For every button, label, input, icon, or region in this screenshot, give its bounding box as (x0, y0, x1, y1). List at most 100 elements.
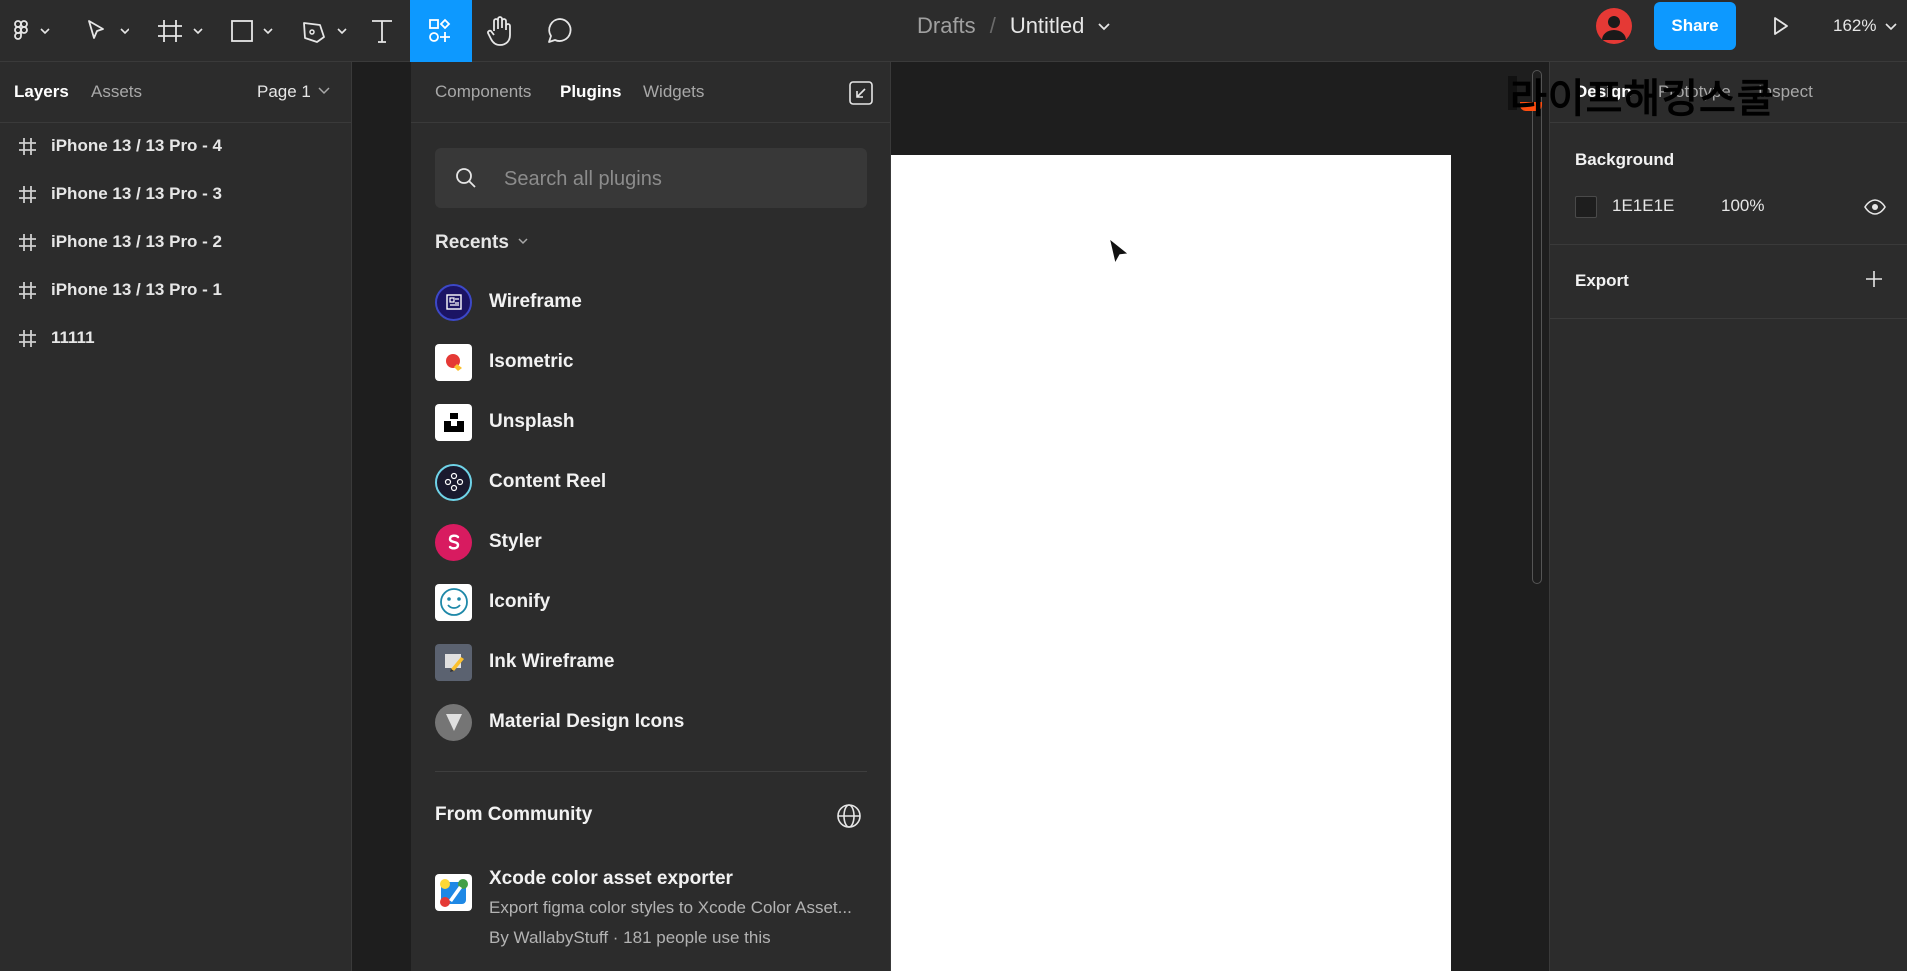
globe-icon[interactable] (835, 802, 863, 830)
plugin-item-wireframe[interactable]: Wireframe (435, 278, 875, 326)
resources-tabs: Components Plugins Widgets (411, 62, 890, 123)
main-menu-button[interactable] (0, 0, 58, 62)
section-divider (1550, 318, 1907, 319)
recents-header[interactable]: Recents (435, 232, 532, 254)
styler-plugin-icon (435, 523, 472, 561)
plugin-name: Content Reel (489, 471, 607, 492)
layers-panel: Layers Assets Page 1 iPhone 13 / 13 Pro … (0, 62, 352, 971)
file-title[interactable]: Drafts / Untitled (917, 0, 1116, 52)
export-section-title: Export (1575, 271, 1629, 290)
plugin-item-iconify[interactable]: Iconify (435, 578, 875, 626)
wireframe-plugin-icon (435, 283, 472, 321)
comment-tool-button[interactable] (540, 0, 580, 62)
plugin-item-material-design-icons[interactable]: Material Design Icons (435, 698, 875, 746)
resources-icon (429, 18, 451, 42)
canvas-frame[interactable] (891, 155, 1451, 971)
chevron-down-icon (318, 87, 330, 95)
comment-icon (548, 18, 572, 43)
plugin-name: Material Design Icons (489, 711, 685, 732)
plugin-item-ink-wireframe[interactable]: Ink Wireframe (435, 638, 875, 686)
pen-icon (303, 22, 347, 43)
pen-tool-button[interactable] (296, 0, 356, 62)
move-tool-button[interactable] (74, 0, 134, 62)
plugin-name: Isometric (489, 351, 574, 372)
collapse-panel-icon[interactable] (848, 80, 874, 106)
xcode-exporter-plugin-icon (435, 874, 472, 911)
background-color-swatch[interactable] (1575, 196, 1597, 218)
community-plugin-description: Export figma color styles to Xcode Color… (489, 898, 852, 917)
text-tool-button[interactable] (362, 0, 402, 62)
section-divider (1550, 244, 1907, 245)
plugins-panel: Components Plugins Widgets Recents Wiref… (411, 62, 891, 971)
file-name[interactable]: Untitled (1010, 13, 1085, 39)
plugin-search[interactable] (435, 148, 867, 210)
plugin-name: Ink Wireframe (489, 651, 615, 672)
hand-tool-button[interactable] (480, 0, 520, 62)
layer-row[interactable]: iPhone 13 / 13 Pro - 4 (0, 122, 352, 170)
layer-row[interactable]: iPhone 13 / 13 Pro - 3 (0, 170, 352, 218)
avatar[interactable] (1596, 8, 1632, 44)
ink-wireframe-plugin-icon (435, 643, 472, 681)
tab-layers[interactable]: Layers (14, 82, 69, 102)
layer-row[interactable]: 11111 (0, 314, 352, 362)
tab-assets[interactable]: Assets (91, 82, 142, 102)
drafts-link[interactable]: Drafts (917, 13, 976, 39)
layer-name: iPhone 13 / 13 Pro - 4 (51, 136, 223, 155)
section-divider (435, 771, 867, 772)
frame-icon (19, 282, 36, 299)
present-button[interactable] (1758, 0, 1802, 57)
shape-tool-button[interactable] (224, 0, 284, 62)
frame-icon (19, 138, 36, 155)
figma-logo-icon (14, 20, 50, 40)
frame-icon (158, 20, 203, 42)
unsplash-plugin-icon (435, 403, 472, 441)
background-opacity-value[interactable]: 100% (1721, 196, 1764, 216)
page-name: Page 1 (257, 82, 311, 101)
layer-row[interactable]: iPhone 13 / 13 Pro - 1 (0, 266, 352, 314)
community-plugin-byline: By WallabyStuff · 181 people use this (489, 928, 771, 947)
properties-panel: Design Prototype Inspect Background 1E1E… (1549, 62, 1907, 971)
plugin-item-styler[interactable]: Styler (435, 518, 875, 566)
layer-name: iPhone 13 / 13 Pro - 1 (51, 280, 223, 299)
plus-icon[interactable] (1863, 268, 1885, 290)
page-selector[interactable]: Page 1 (257, 82, 332, 102)
frame-icon (19, 234, 36, 251)
tab-components[interactable]: Components (435, 82, 531, 102)
chevron-down-icon (1885, 23, 1898, 31)
breadcrumb-separator: / (989, 13, 996, 38)
text-icon (372, 20, 392, 43)
hand-icon (487, 16, 511, 46)
material-design-icons-plugin-icon (435, 703, 472, 741)
plugin-item-isometric[interactable]: Isometric (435, 338, 875, 386)
mouse-cursor-icon (1108, 237, 1130, 265)
isometric-plugin-icon (435, 343, 472, 381)
chevron-down-icon[interactable] (1092, 16, 1116, 36)
rectangle-icon (231, 20, 273, 42)
chevron-down-icon (518, 238, 528, 245)
canvas-scrollbar[interactable] (1532, 70, 1542, 584)
eye-icon[interactable] (1864, 198, 1886, 216)
background-section-title: Background (1575, 150, 1675, 169)
plugin-name: Unsplash (489, 411, 575, 432)
tab-plugins[interactable]: Plugins (560, 82, 621, 102)
background-hex-value[interactable]: 1E1E1E (1612, 196, 1674, 216)
zoom-menu[interactable]: 162% (1833, 0, 1902, 52)
resources-tool-button[interactable] (410, 0, 472, 62)
move-icon (88, 20, 129, 39)
plugin-name: Iconify (489, 591, 551, 612)
play-icon (1774, 17, 1788, 35)
user-avatar-icon (1602, 16, 1626, 40)
tab-widgets[interactable]: Widgets (643, 82, 704, 102)
frame-icon (19, 186, 36, 203)
left-panel-tabs: Layers Assets Page 1 (0, 62, 351, 123)
recents-label: Recents (435, 232, 509, 253)
search-input[interactable] (502, 148, 856, 210)
search-icon (456, 168, 476, 188)
share-button[interactable]: Share (1654, 2, 1736, 50)
top-toolbar: Drafts / Untitled Share 162% (0, 0, 1907, 62)
zoom-level: 162% (1833, 16, 1877, 35)
plugin-item-content-reel[interactable]: Content Reel (435, 458, 875, 506)
frame-tool-button[interactable] (150, 0, 210, 62)
layer-row[interactable]: iPhone 13 / 13 Pro - 2 (0, 218, 352, 266)
plugin-item-unsplash[interactable]: Unsplash (435, 398, 875, 446)
